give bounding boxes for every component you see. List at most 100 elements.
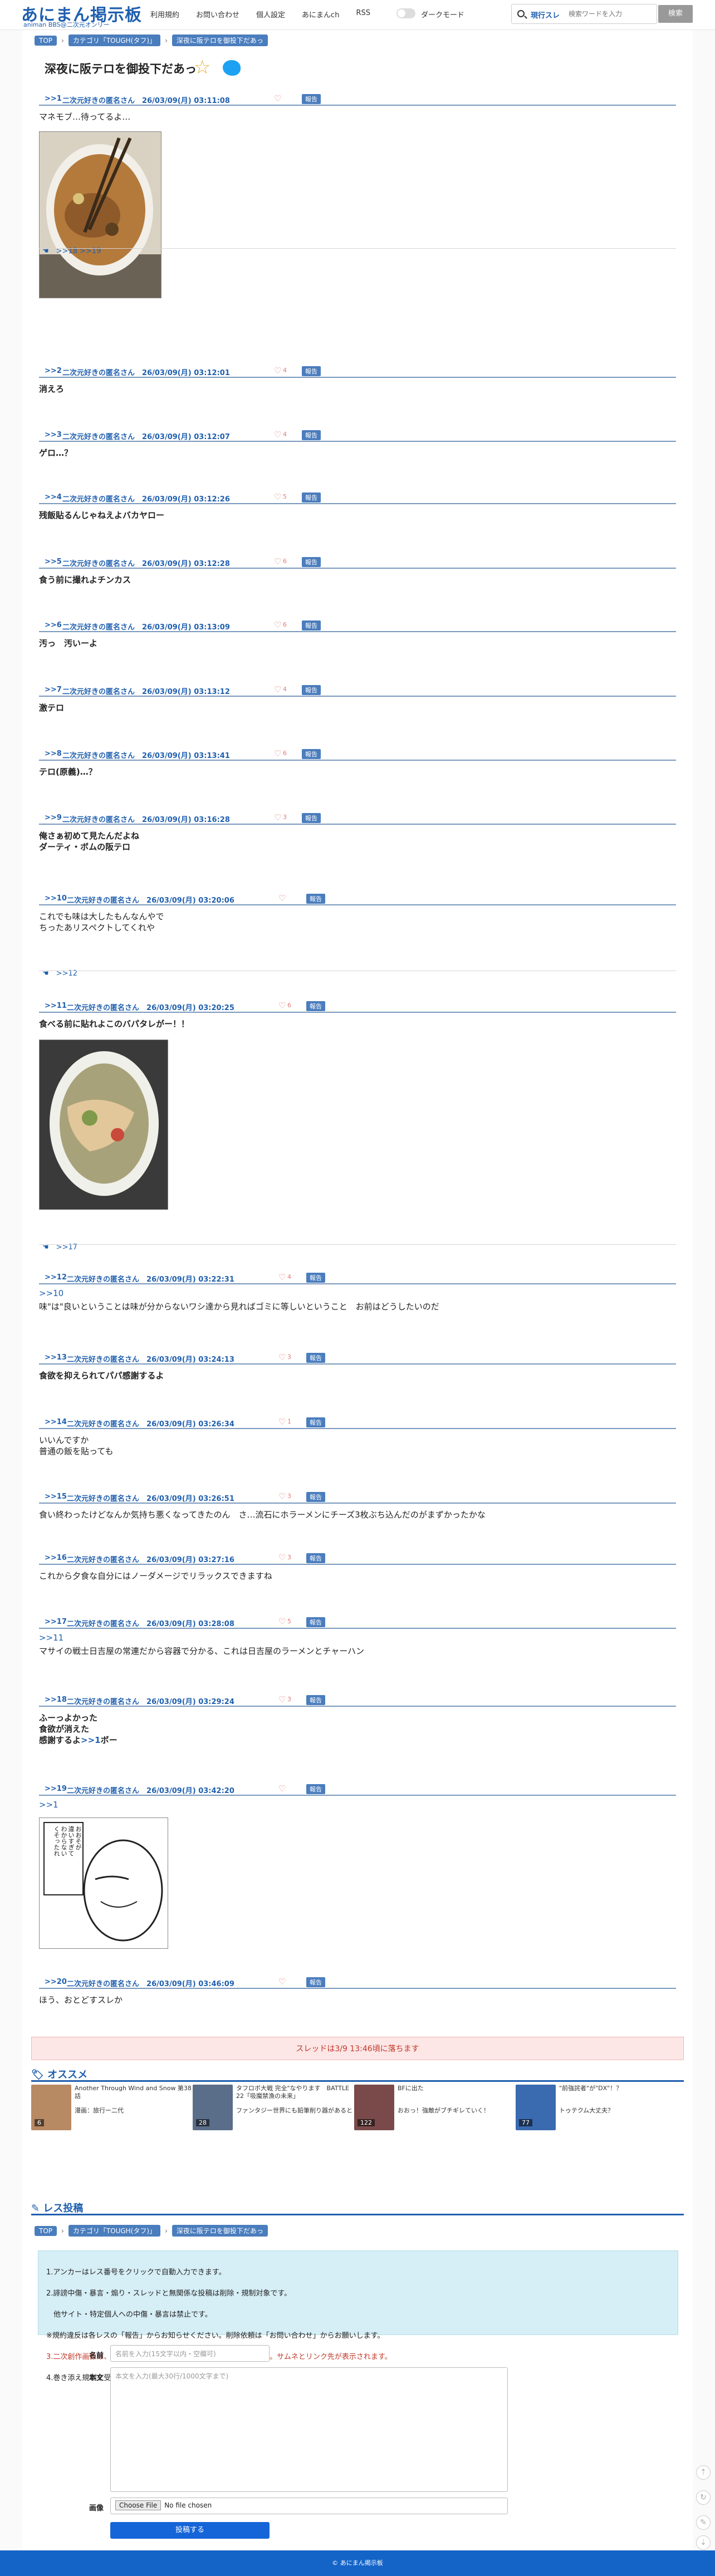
reload-icon[interactable]: ↻ (696, 2490, 711, 2505)
like-heart-icon[interactable]: ♡ (278, 1417, 286, 1427)
report-button[interactable]: 報告 (302, 557, 321, 567)
recommend-item[interactable]: 28 タフロボ大戦 完全"なやります BATTLE 22「吸魔禁漁の未来」 ファンタ… (193, 2085, 354, 2135)
breadcrumb-top[interactable]: TOP (35, 35, 57, 46)
post-number[interactable]: >>19 (45, 1785, 67, 1793)
post-number[interactable]: >>8 (45, 750, 62, 758)
submit-post-button[interactable]: 投稿する (110, 2522, 270, 2539)
report-button[interactable]: 報告 (306, 1617, 325, 1627)
like-heart-icon[interactable]: ♡ (278, 1695, 286, 1705)
reply-anchor[interactable]: >>10 (39, 1288, 676, 1299)
report-button[interactable]: 報告 (306, 1784, 325, 1794)
report-button[interactable]: 報告 (302, 749, 321, 759)
breadcrumb-thread[interactable]: 深夜に阪テロを御投下だあっ (172, 2225, 268, 2237)
like-heart-icon[interactable]: ♡ (274, 620, 281, 630)
report-button[interactable]: 報告 (302, 430, 321, 440)
like-heart-icon[interactable]: ♡ (274, 93, 281, 104)
report-button[interactable]: 報告 (306, 1553, 325, 1563)
like-heart-icon[interactable]: ♡ (274, 812, 281, 822)
post-image-manga[interactable]: おおそが 違いすぎて わからない くそったれ (39, 1818, 168, 1949)
report-button[interactable]: 報告 (302, 492, 321, 503)
choose-file-button[interactable]: Choose File (115, 2500, 161, 2510)
nav-terms[interactable]: 利用規約 (150, 9, 179, 19)
like-heart-icon[interactable]: ♡ (274, 684, 281, 695)
post-image-ramen[interactable] (39, 131, 161, 298)
like-heart-icon[interactable]: ♡ (278, 1352, 286, 1362)
like-heart-icon[interactable]: ♡ (278, 1272, 286, 1282)
post-number[interactable]: >>17 (45, 1618, 67, 1626)
post-number[interactable]: >>9 (45, 814, 62, 822)
breadcrumb-category[interactable]: カテゴリ「TOUGH(タフ)」 (68, 2225, 161, 2237)
post-number[interactable]: >>13 (45, 1353, 67, 1362)
like-heart-icon[interactable]: ♡ (278, 1553, 286, 1563)
post-number[interactable]: >>5 (45, 558, 62, 566)
recommend-title[interactable]: おおっ！強敵がブチギレていく！ (398, 2107, 515, 2115)
report-button[interactable]: 報告 (306, 1977, 325, 1987)
recommend-title[interactable]: BFに出た (398, 2085, 515, 2092)
breadcrumb-top[interactable]: TOP (35, 2225, 57, 2236)
post-number[interactable]: >>6 (45, 621, 62, 629)
like-heart-icon[interactable]: ♡ (274, 556, 281, 567)
name-field[interactable]: 名前を入力(15文字以内・空欄可) (110, 2345, 270, 2362)
post-number[interactable]: >>18 (45, 1696, 67, 1704)
search-button[interactable]: 検索 (658, 5, 693, 23)
report-button[interactable]: 報告 (302, 94, 321, 104)
like-heart-icon[interactable]: ♡ (278, 1001, 286, 1011)
file-input[interactable]: Choose File No file chosen (110, 2498, 508, 2514)
report-button[interactable]: 報告 (306, 1695, 325, 1705)
reply-anchor[interactable]: >>1 (81, 1735, 101, 1745)
reply-anchor[interactable]: >>1 (39, 1799, 676, 1810)
post-number[interactable]: >>4 (45, 493, 62, 501)
recommend-title[interactable]: ファンタジー世界にも鉛筆削り器があると (236, 2107, 353, 2115)
dark-mode-toggle[interactable] (396, 8, 415, 18)
recommend-item[interactable]: 122 BFに出た おおっ！強敵がブチギレていく！ (354, 2085, 516, 2135)
recommend-item[interactable]: 77 "前強詫者"が"DX"！？ トゥテクム大丈夫？ (516, 2085, 677, 2135)
body-textarea[interactable]: 本文を入力(最大30行/1000文字まで) (110, 2367, 508, 2492)
search-scope-select[interactable]: 現行スレ (531, 9, 560, 20)
post-number[interactable]: >>14 (45, 1418, 67, 1426)
twitter-share-icon[interactable] (223, 60, 241, 76)
breadcrumb-thread[interactable]: 深夜に阪テロを御投下だあっ (172, 35, 268, 46)
report-button[interactable]: 報告 (302, 813, 321, 823)
like-heart-icon[interactable]: ♡ (278, 1491, 286, 1501)
post-number[interactable]: >>1 (45, 95, 62, 103)
recommend-title[interactable]: Another Through Wind and Snow 第38話 (75, 2085, 192, 2100)
like-heart-icon[interactable]: ♡ (274, 430, 281, 440)
scroll-top-icon[interactable]: ⇡ (696, 2465, 711, 2480)
recommend-title[interactable]: タフロボ大戦 完全"なやります BATTLE 22「吸魔禁漁の未来」 (236, 2085, 353, 2100)
like-heart-icon[interactable]: ♡ (274, 748, 281, 758)
report-button[interactable]: 報告 (306, 1001, 325, 1011)
recommend-title[interactable]: "前強詫者"が"DX"！？ (559, 2085, 676, 2092)
search-input[interactable] (569, 8, 652, 20)
report-button[interactable]: 報告 (306, 1417, 325, 1427)
like-heart-icon[interactable]: ♡ (278, 1977, 286, 1987)
scroll-bottom-icon[interactable]: ⇣ (696, 2535, 711, 2550)
like-heart-icon[interactable]: ♡ (274, 366, 281, 376)
like-heart-icon[interactable]: ♡ (274, 492, 281, 502)
report-button[interactable]: 報告 (306, 1353, 325, 1363)
nav-contact[interactable]: お問い合わせ (196, 9, 239, 19)
breadcrumb-category[interactable]: カテゴリ「TOUGH(タフ)」 (68, 35, 161, 46)
report-button[interactable]: 報告 (306, 1273, 325, 1283)
post-number[interactable]: >>11 (45, 1002, 67, 1010)
post-number[interactable]: >>12 (45, 1273, 67, 1282)
report-button[interactable]: 報告 (302, 366, 321, 376)
nav-animanch[interactable]: あにまんch (302, 9, 339, 19)
post-number[interactable]: >>10 (45, 894, 67, 903)
reply-anchor[interactable]: >>11 (39, 1632, 676, 1643)
post-number[interactable]: >>15 (45, 1493, 67, 1501)
like-heart-icon[interactable]: ♡ (278, 893, 286, 903)
favorite-star-icon[interactable]: ☆ (194, 58, 210, 77)
post-number[interactable]: >>7 (45, 686, 62, 694)
report-button[interactable]: 報告 (306, 1492, 325, 1502)
report-button[interactable]: 報告 (306, 894, 325, 904)
like-heart-icon[interactable]: ♡ (278, 1784, 286, 1794)
recommend-title[interactable]: 漫画：旅行ー二代 (75, 2107, 192, 2115)
post-image-bento[interactable] (39, 1040, 168, 1210)
nav-rss[interactable]: RSS (356, 9, 370, 19)
post-number[interactable]: >>16 (45, 1554, 67, 1562)
nav-settings[interactable]: 個人設定 (256, 9, 285, 19)
like-heart-icon[interactable]: ♡ (278, 1617, 286, 1627)
post-number[interactable]: >>3 (45, 431, 62, 439)
compose-icon[interactable]: ✎ (696, 2515, 711, 2530)
post-number[interactable]: >>2 (45, 367, 62, 375)
